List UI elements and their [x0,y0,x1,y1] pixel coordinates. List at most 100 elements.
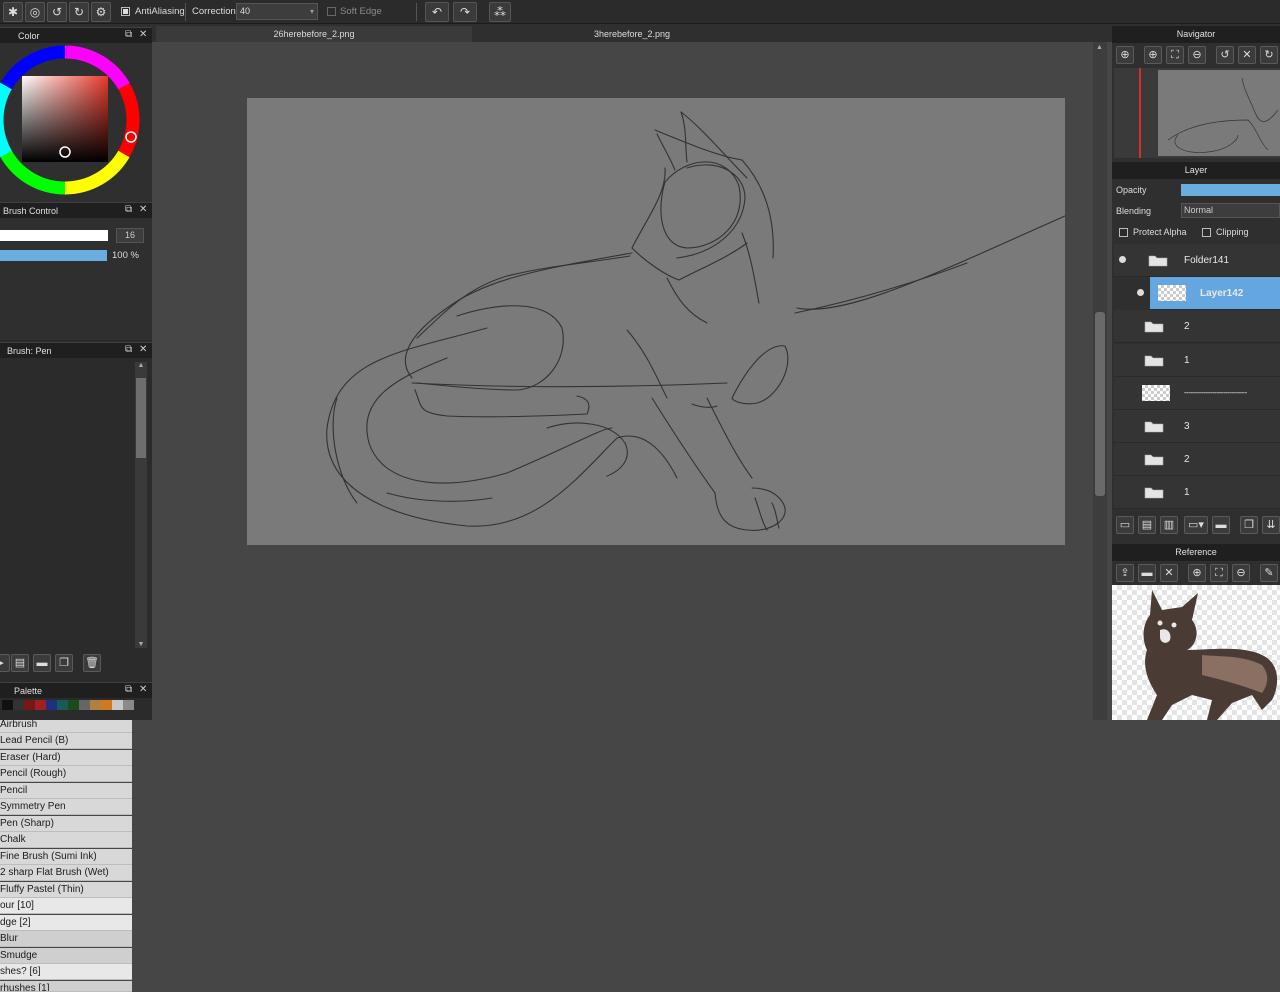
upload-icon[interactable]: ⇪ [1116,564,1134,582]
zoom-in-icon[interactable]: ⊕ [1144,46,1162,64]
zoom-out-icon[interactable]: ⊖ [1188,46,1206,64]
redo-icon[interactable]: ↷ [453,2,477,22]
new-brush-icon[interactable]: ▤ [11,654,29,672]
palette-swatch[interactable] [101,700,112,710]
settings-icon[interactable]: ⚙ [91,2,111,22]
delete-brush-icon[interactable]: 🗑 [83,654,101,672]
close-icon[interactable]: ✕ [139,344,147,355]
palette-swatch[interactable] [68,700,79,710]
undock-icon[interactable]: ⧉ [125,344,132,355]
new-8bit-layer-icon[interactable]: ▥ [1160,516,1178,534]
zoom-in-icon[interactable]: ⊕ [1116,46,1134,64]
protect-alpha-checkbox[interactable] [1119,228,1128,237]
brush-item[interactable]: Pencil [0,783,132,799]
zoom-in-icon[interactable]: ⊕ [1188,564,1206,582]
reset-view-icon[interactable]: ✕ [1238,46,1256,64]
undock-icon[interactable]: ⧉ [125,204,132,215]
lasso-tool-icon[interactable]: ↺ [47,2,67,22]
palette-swatch[interactable] [90,700,101,710]
brush-item[interactable]: Pen (Sharp) [0,816,132,832]
close-icon[interactable]: ✕ [139,204,147,215]
rotate-right-icon[interactable]: ↻ [1260,46,1278,64]
select-tool-icon[interactable]: ✱ [3,2,23,22]
tab-3herebefore[interactable]: 3herebefore_2.png [474,26,790,42]
blending-dropdown[interactable]: Normal [1181,203,1280,218]
brush-item[interactable]: Chalk [0,832,132,848]
color-wheel[interactable] [0,44,152,200]
visibility-eye-icon[interactable] [1119,256,1126,263]
antialiasing-checkbox[interactable] [121,7,130,16]
brush-item[interactable]: 2 sharp Flat Brush (Wet) [0,865,132,881]
palette-swatch[interactable] [112,700,123,710]
layer-folder-row[interactable]: 1 [1114,476,1280,509]
brush-opacity-slider[interactable] [0,250,107,261]
fit-view-icon[interactable]: ⛶ [1166,46,1184,64]
palette-swatch[interactable] [46,700,57,710]
drawing-canvas[interactable] [247,98,1065,545]
brush-item[interactable]: our [10] [0,898,132,914]
scroll-up-icon[interactable]: ▲ [135,362,147,369]
palette-swatch[interactable] [13,700,24,710]
brush-item[interactable]: Fine Brush (Sumi Ink) [0,849,132,865]
close-icon[interactable]: ✕ [1160,564,1178,582]
undock-icon[interactable]: ⧉ [125,29,132,40]
new-halftone-layer-icon[interactable]: ▤ [1138,516,1156,534]
close-icon[interactable]: ✕ [139,684,147,695]
deselect-icon[interactable]: ⁂ [489,2,511,22]
palette-swatch[interactable] [35,700,46,710]
brush-item[interactable]: dge [2] [0,915,132,931]
rotate-left-icon[interactable]: ↺ [1216,46,1234,64]
brush-item[interactable]: Smudge [0,948,132,964]
new-layer-icon[interactable]: ▭ [1116,516,1134,534]
brush-item[interactable]: Pencil (Rough) [0,766,132,782]
layer-opacity-slider[interactable] [1181,184,1280,196]
duplicate-brush-icon[interactable]: ❐ [55,654,73,672]
brush-item[interactable]: Lead Pencil (B) [0,733,132,749]
palette-swatch[interactable] [79,700,90,710]
palette-swatch[interactable] [24,700,35,710]
layer-folder-row[interactable]: 3 [1114,410,1280,443]
palette-swatch[interactable] [57,700,68,710]
ellipse-tool-icon[interactable]: ◎ [25,2,45,22]
scrollbar-thumb[interactable] [1095,312,1105,496]
scroll-up-icon[interactable]: ▲ [1096,44,1103,51]
navigator-preview[interactable] [1114,68,1280,158]
brush-folder-icon[interactable]: ▬ [33,654,51,672]
brush-item[interactable]: Blur [0,931,132,947]
undo-icon[interactable]: ↶ [425,2,449,22]
correction-dropdown[interactable]: 40▾ [236,3,318,20]
zoom-out-icon[interactable]: ⊖ [1232,564,1250,582]
brush-item[interactable]: Symmetry Pen [0,799,132,815]
duplicate-layer-icon[interactable]: ❐ [1240,516,1258,534]
brush-list-scrollbar[interactable]: ▲ ▼ [135,362,147,648]
layer-row[interactable]: ----------------------------- [1114,377,1280,410]
open-folder-icon[interactable]: ▬ [1138,564,1156,582]
layer-folder-row[interactable]: 2 [1114,443,1280,476]
clipping-checkbox[interactable] [1202,228,1211,237]
brush-size-slider[interactable] [0,230,108,241]
undock-icon[interactable]: ⧉ [125,684,132,695]
eyedropper-icon[interactable]: ✎ [1260,564,1278,582]
new-folder-icon[interactable]: ▬ [1212,516,1230,534]
brush-item[interactable]: Eraser (Hard) [0,750,132,766]
close-icon[interactable]: ✕ [139,29,147,40]
palette-swatch[interactable] [123,700,134,710]
layer-folder-row[interactable]: 1 [1114,344,1280,377]
canvas-scrollbar[interactable]: ▲ [1093,42,1107,720]
brush-item[interactable]: shes? [6] [0,964,132,980]
brush-item[interactable]: Fluffy Pastel (Thin) [0,882,132,898]
scrollbar-thumb[interactable] [136,378,146,458]
brush-settings-icon[interactable]: ▸ [0,654,10,672]
scroll-down-icon[interactable]: ▼ [135,641,147,648]
brush-size-value[interactable]: 16 [116,228,144,243]
rotate-tool-icon[interactable]: ↻ [69,2,89,22]
fit-view-icon[interactable]: ⛶ [1210,564,1228,582]
new-layer-dropdown-icon[interactable]: ▭▾ [1184,516,1208,534]
merge-layer-icon[interactable]: ⇊ [1262,516,1280,534]
palette-swatch[interactable] [2,700,13,710]
layer-row[interactable]: Layer142 [1150,277,1280,310]
tab-26herebefore[interactable]: 26herebefore_2.png [156,26,472,42]
brush-item[interactable]: rhushes [1] [0,981,132,992]
reference-image[interactable] [1112,585,1280,720]
layer-folder-row[interactable]: 2 [1114,310,1280,343]
